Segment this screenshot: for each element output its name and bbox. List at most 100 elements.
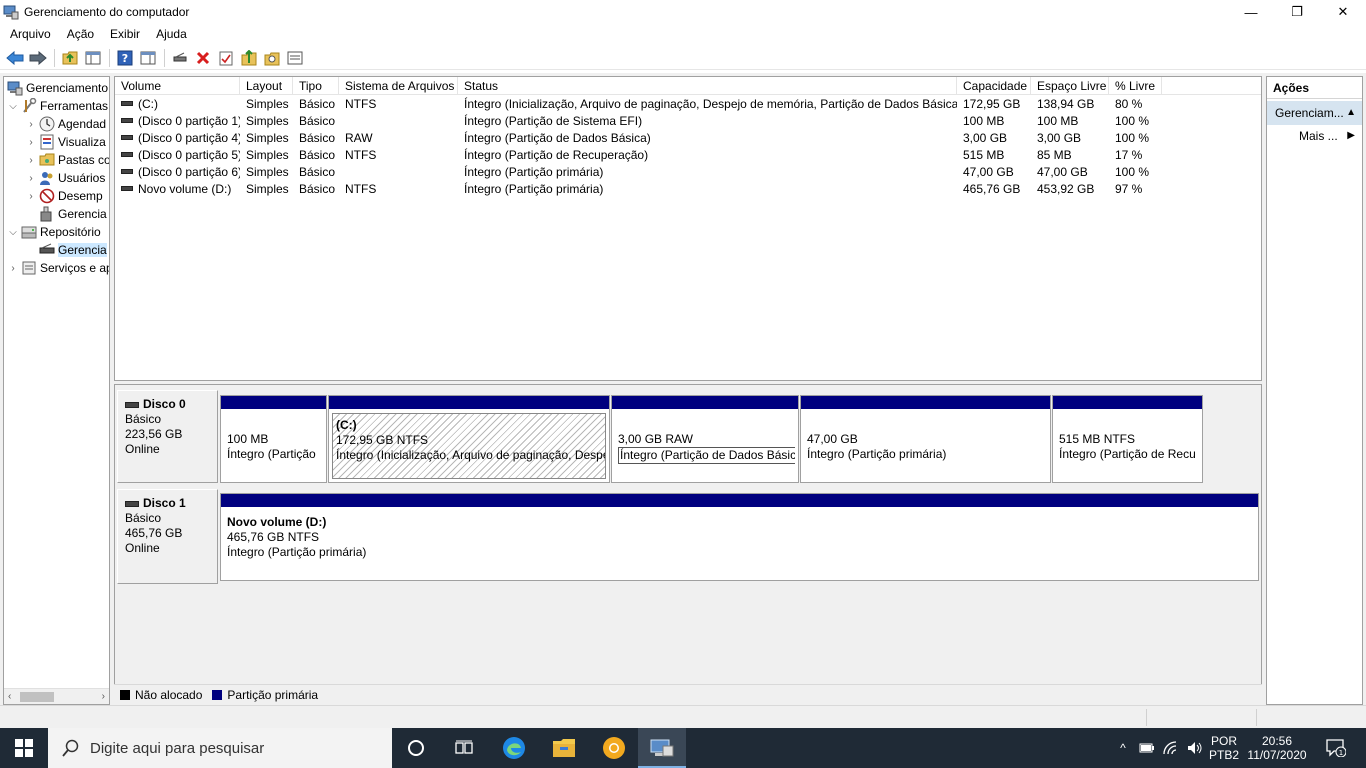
task-view-button[interactable]: [392, 728, 440, 768]
tree-item-device-manager[interactable]: Gerencia: [39, 205, 107, 223]
cell-volume: (Disco 0 partição 1): [115, 113, 240, 130]
taskbar-edge[interactable]: [490, 728, 538, 768]
cell-text: Básico: [299, 97, 336, 111]
tree-item-storage[interactable]: ⌵ Repositório: [7, 223, 101, 241]
taskbar-computer-management[interactable]: [638, 728, 686, 768]
maximize-button[interactable]: ❐: [1274, 0, 1320, 24]
tree-item-performance[interactable]: › Desemp: [25, 187, 103, 205]
tree-item-local-users[interactable]: › Usuários: [25, 169, 105, 187]
tree-item-task-scheduler[interactable]: › Agendad: [25, 115, 106, 133]
cell-layout: Simples: [240, 113, 293, 130]
volume-icon[interactable]: [1184, 728, 1206, 768]
collapse-chevron-icon[interactable]: ⌵: [7, 223, 19, 241]
forward-arrow-icon[interactable]: [27, 48, 49, 68]
disk-graphical-view[interactable]: Disco 0 Básico 223,56 GB Online 100 MB Í…: [114, 384, 1262, 705]
table-row[interactable]: (Disco 0 partição 6) Simples Básico Íntegro…: [115, 164, 1261, 181]
expand-chevron-icon[interactable]: ›: [25, 187, 37, 205]
disk-1-label[interactable]: Disco 1 Básico 465,76 GB Online: [117, 489, 218, 584]
actions-more[interactable]: Mais ... ▶: [1267, 125, 1362, 147]
taskbar-file-explorer[interactable]: [540, 728, 588, 768]
console-view-icon[interactable]: [284, 48, 306, 68]
partition-raw[interactable]: 3,00 GB RAW Íntegro (Partição de Dados B…: [611, 395, 799, 483]
partition-efi[interactable]: 100 MB Íntegro (Partição: [220, 395, 327, 483]
timeline-button[interactable]: [440, 728, 488, 768]
actions-more-label: Mais ...: [1299, 129, 1338, 143]
table-row[interactable]: Novo volume (D:) Simples Básico NTFS Íntegro…: [115, 181, 1261, 198]
scroll-right-icon[interactable]: ›: [102, 691, 105, 702]
clock[interactable]: 20:56 11/07/2020: [1244, 728, 1310, 768]
partition-recovery[interactable]: 515 MB NTFS Íntegro (Partição de Recu: [1052, 395, 1203, 483]
column-header-free-space[interactable]: Espaço Livre: [1031, 77, 1109, 95]
column-header-capacity[interactable]: Capacidade: [957, 77, 1031, 95]
collapse-up-icon[interactable]: ▲: [1346, 101, 1356, 125]
folder-up-icon[interactable]: [59, 48, 81, 68]
properties-pane-icon[interactable]: [137, 48, 159, 68]
input-language-indicator[interactable]: POR PTB2: [1208, 728, 1240, 768]
cell-text: 47,00 GB: [1037, 165, 1088, 179]
menu-exibir[interactable]: Exibir: [102, 27, 148, 41]
expand-chevron-icon[interactable]: ›: [25, 151, 37, 169]
collapse-chevron-icon[interactable]: ⌵: [7, 97, 19, 115]
tree-item-tools[interactable]: ⌵ Ferramentas: [7, 97, 108, 115]
column-header-volume[interactable]: Volume: [115, 77, 240, 95]
table-row[interactable]: (Disco 0 partição 4) Simples Básico RAW Ínte…: [115, 130, 1261, 147]
cell-text: Simples: [246, 165, 289, 179]
cell-text: 465,76 GB: [963, 182, 1021, 196]
cell-layout: Simples: [240, 181, 293, 198]
expand-chevron-icon[interactable]: ›: [25, 169, 37, 187]
check-icon[interactable]: [215, 48, 237, 68]
disk-0-label[interactable]: Disco 0 Básico 223,56 GB Online: [117, 390, 218, 483]
column-header-status[interactable]: Status: [458, 77, 957, 95]
cell-filesystem: [339, 113, 458, 130]
delete-icon[interactable]: [192, 48, 214, 68]
help-icon[interactable]: ?: [114, 48, 136, 68]
tree-item-computer-management[interactable]: Gerenciamento: [7, 79, 108, 97]
menu-acao[interactable]: Ação: [59, 27, 102, 41]
column-header-percent-free[interactable]: % Livre: [1109, 77, 1162, 95]
notification-center-button[interactable]: 1: [1318, 728, 1354, 768]
table-row[interactable]: (Disco 0 partição 1) Simples Básico Íntegro…: [115, 113, 1261, 130]
column-header-layout[interactable]: Layout: [240, 77, 293, 95]
close-button[interactable]: ✕: [1320, 0, 1366, 24]
minimize-button[interactable]: —: [1228, 0, 1274, 24]
tree-item-services[interactable]: › Serviços e ap: [7, 259, 109, 277]
tree-item-event-viewer[interactable]: › Visualiza: [25, 133, 106, 151]
column-header-type[interactable]: Tipo: [293, 77, 339, 95]
taskbar-chrome-canary[interactable]: [590, 728, 638, 768]
expand-chevron-icon[interactable]: ›: [25, 115, 37, 133]
partition-primary-47gb[interactable]: 47,00 GB Íntegro (Partição primária): [800, 395, 1051, 483]
search-folder-icon[interactable]: [261, 48, 283, 68]
navigation-tree[interactable]: Gerenciamento ⌵ Ferramentas › Agendad › …: [3, 76, 110, 705]
tree-item-disk-management[interactable]: Gerencia: [39, 241, 107, 259]
show-hide-tree-icon[interactable]: [82, 48, 104, 68]
wifi-icon[interactable]: [1160, 728, 1182, 768]
column-header-filesystem[interactable]: Sistema de Arquivos: [339, 77, 458, 95]
taskbar-search-box[interactable]: Digite aqui para pesquisar: [48, 728, 392, 768]
cell-text: Simples: [246, 131, 289, 145]
battery-icon[interactable]: [1136, 728, 1158, 768]
menu-ajuda[interactable]: Ajuda: [148, 27, 195, 41]
device-manager-icon: [39, 206, 55, 222]
start-button[interactable]: [0, 728, 48, 768]
actions-section-disk-management[interactable]: Gerenciam... ▲: [1267, 101, 1362, 125]
scroll-left-icon[interactable]: ‹: [8, 691, 11, 702]
scrollbar-thumb[interactable]: [20, 692, 54, 702]
menu-arquivo[interactable]: Arquivo: [2, 27, 59, 41]
tree-item-shared-folders[interactable]: › Pastas co: [25, 151, 109, 169]
partition-c[interactable]: (C:) 172,95 GB NTFS Íntegro (Inicializaç…: [328, 395, 610, 483]
tree-horizontal-scrollbar[interactable]: ‹ ›: [4, 688, 109, 704]
volume-list[interactable]: Volume Layout Tipo Sistema de Arquivos S…: [114, 76, 1262, 381]
menu-bar: Arquivo Ação Exibir Ajuda: [0, 24, 1366, 44]
tray-overflow-button[interactable]: ^: [1112, 728, 1134, 768]
cell-layout: Simples: [240, 164, 293, 181]
expand-chevron-icon[interactable]: ›: [25, 133, 37, 151]
back-arrow-icon[interactable]: [4, 48, 26, 68]
cell-text: NTFS: [345, 148, 377, 162]
expand-chevron-icon[interactable]: ›: [7, 259, 19, 277]
cell-volume: (Disco 0 partição 5): [115, 147, 240, 164]
connect-drive-icon[interactable]: [169, 48, 191, 68]
folder-export-icon[interactable]: [238, 48, 260, 68]
table-row[interactable]: (Disco 0 partição 5) Simples Básico NTFS Ínt…: [115, 147, 1261, 164]
partition-d[interactable]: Novo volume (D:) 465,76 GB NTFS Íntegro …: [220, 493, 1259, 581]
table-row[interactable]: (C:) Simples Básico NTFS Íntegro (Inicializa…: [115, 96, 1261, 113]
